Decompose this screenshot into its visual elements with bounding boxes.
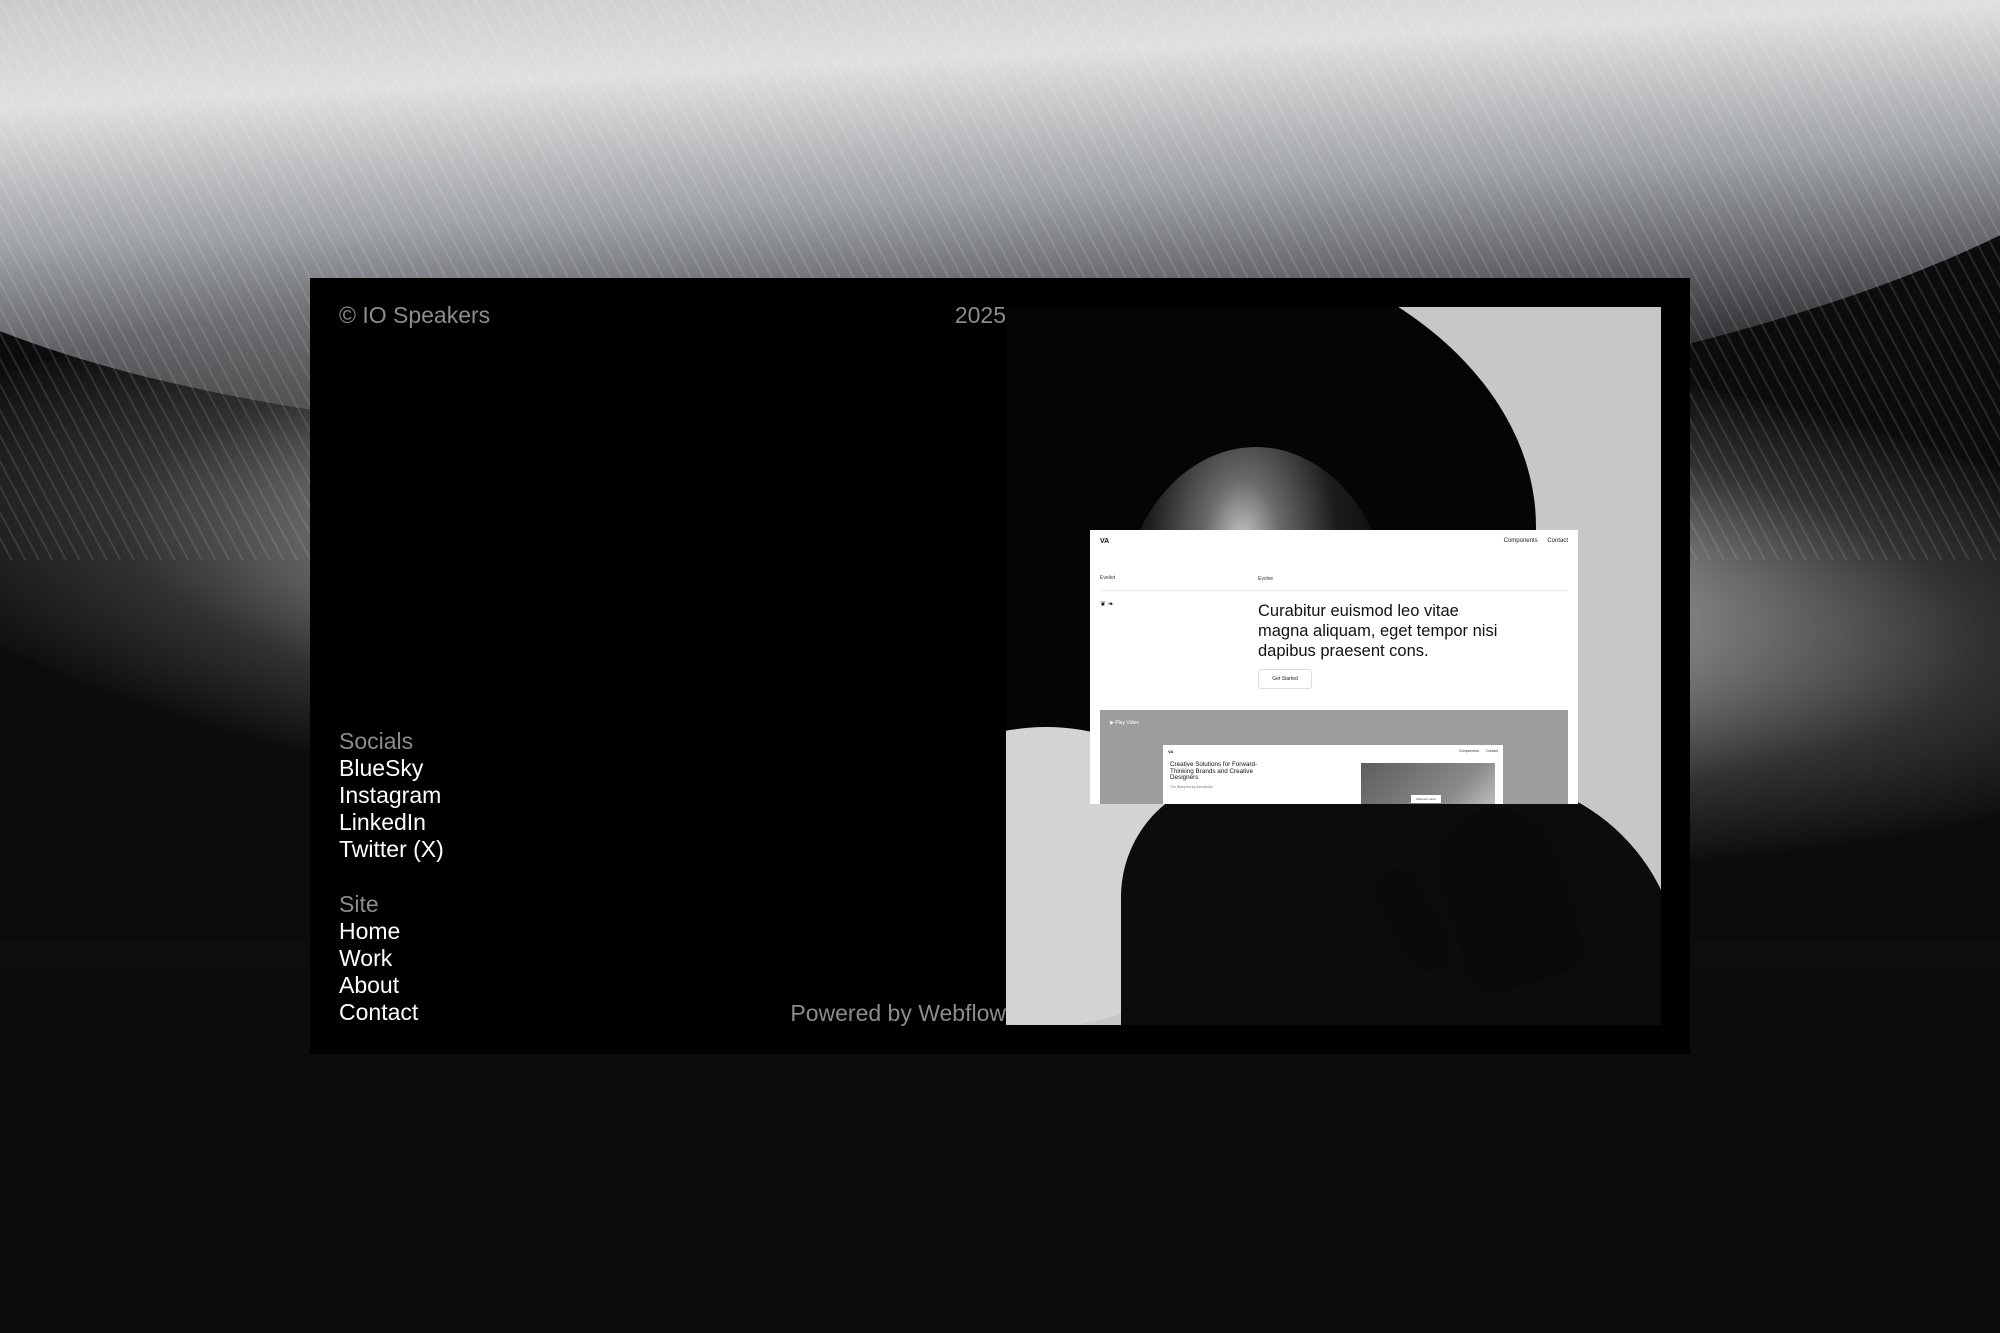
mockup-nav-contact: Contact: [1547, 538, 1568, 544]
mockup-inner-nav-contact: Contact: [1485, 749, 1498, 753]
link-instagram[interactable]: Instagram: [339, 782, 444, 809]
site-nav: Site Home Work About Contact: [339, 891, 418, 1026]
link-linkedin[interactable]: LinkedIn: [339, 809, 444, 836]
mockup-inner-subtitle: The Blueprint by Aerostudio: [1170, 785, 1213, 789]
mockup-inner-logo: VA: [1168, 749, 1174, 754]
mockup-nav-components: Components: [1503, 538, 1538, 544]
mockup-headline: Curabitur euismod leo vitae magna aliqua…: [1258, 602, 1498, 660]
mockup-get-started-button: Get Started: [1258, 669, 1312, 689]
link-twitter[interactable]: Twitter (X): [339, 836, 444, 863]
socials-heading: Socials: [339, 728, 414, 754]
mockup-inner-nav: Components Contact: [1453, 749, 1498, 753]
website-mockup: VA Components Contact Eveliot Evolve ❦ ❧…: [1090, 530, 1578, 804]
mockup-divider: [1100, 590, 1568, 591]
powered-by-webflow-link[interactable]: Powered by Webflow: [746, 1000, 1006, 1027]
link-about[interactable]: About: [339, 972, 418, 999]
site-heading: Site: [339, 891, 379, 917]
link-contact[interactable]: Contact: [339, 999, 418, 1026]
socials-nav: Socials BlueSky Instagram LinkedIn Twitt…: [339, 728, 444, 863]
mockup-inner-nav-components: Components: [1459, 749, 1479, 753]
preview-image: VA Components Contact Eveliot Evolve ❦ ❧…: [1006, 307, 1661, 1025]
mockup-logo: VA: [1100, 538, 1110, 545]
link-bluesky[interactable]: BlueSky: [339, 755, 444, 782]
link-home[interactable]: Home: [339, 918, 418, 945]
copyright-year: 2025: [954, 302, 1006, 328]
mockup-inner-site: VA Components Contact Creative Solutions…: [1163, 745, 1503, 804]
footer-card: © IO Speakers 2025 Socials BlueSky Insta…: [310, 278, 1690, 1054]
brand-copyright: © IO Speakers: [339, 302, 491, 328]
mockup-social-icons: ❦ ❧: [1100, 601, 1114, 608]
link-work[interactable]: Work: [339, 945, 418, 972]
mockup-play-video: ▶ Play Video: [1110, 720, 1140, 726]
mockup-video-section: ▶ Play Video VA Components Contact Creat…: [1100, 710, 1568, 804]
mockup-inner-chip: Discover more: [1411, 795, 1441, 803]
mockup-label-right: Evolve: [1258, 576, 1274, 582]
mockup-label-left: Eveliot: [1100, 575, 1116, 581]
mockup-nav: Components Contact: [1496, 538, 1568, 544]
mockup-inner-title: Creative Solutions for Forward-Thinking …: [1170, 761, 1258, 781]
